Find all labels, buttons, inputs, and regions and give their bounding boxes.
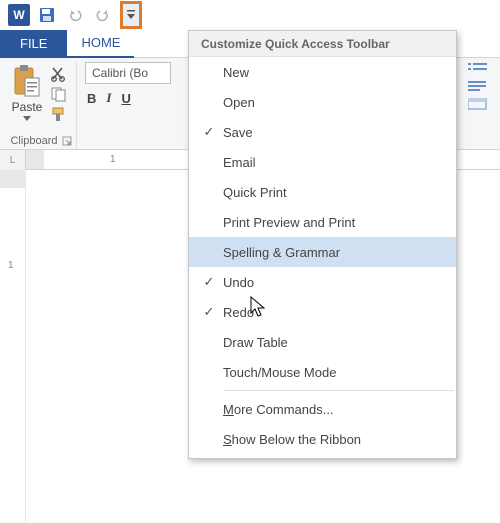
format-painter-button[interactable] xyxy=(50,106,68,122)
menu-item-email[interactable]: Email xyxy=(189,147,456,177)
menu-item-draw-table[interactable]: Draw Table xyxy=(189,327,456,357)
word-letter: W xyxy=(13,8,24,22)
undo-icon xyxy=(66,6,84,24)
dropdown-icon xyxy=(126,9,136,21)
menu-item-more-commands[interactable]: More Commands... xyxy=(189,394,456,424)
menu-item-new[interactable]: New xyxy=(189,57,456,87)
cut-button[interactable] xyxy=(50,66,68,82)
cut-icon xyxy=(50,66,68,82)
italic-button[interactable]: I xyxy=(106,90,111,106)
redo-icon xyxy=(94,6,112,24)
paste-button[interactable]: Paste xyxy=(6,62,48,122)
paste-label: Paste xyxy=(12,100,43,114)
font-name-value: Calibri (Bo xyxy=(92,66,148,80)
tab-file[interactable]: FILE xyxy=(0,30,67,58)
dialog-launcher-icon[interactable] xyxy=(62,136,72,146)
customize-qat-menu: Customize Quick Access Toolbar New Open … xyxy=(188,30,457,459)
ribbon-group-clipboard: Paste xyxy=(6,62,77,149)
menu-item-undo[interactable]: ✓ Undo xyxy=(189,267,456,297)
font-name-combo[interactable]: Calibri (Bo xyxy=(85,62,171,84)
tab-file-label: FILE xyxy=(20,36,47,51)
underline-button[interactable]: U xyxy=(121,91,130,106)
save-qat-button[interactable] xyxy=(34,3,60,27)
paste-icon xyxy=(12,64,42,98)
menu-item-quick-print[interactable]: Quick Print xyxy=(189,177,456,207)
menu-separator xyxy=(223,390,454,391)
check-icon: ✓ xyxy=(199,124,219,140)
menu-item-save[interactable]: ✓ Save xyxy=(189,117,456,147)
word-app-icon[interactable]: W xyxy=(6,3,32,27)
quick-access-toolbar: W xyxy=(0,0,500,30)
vertical-ruler[interactable]: 1 xyxy=(0,170,26,523)
menu-item-touch-mouse[interactable]: Touch/Mouse Mode xyxy=(189,357,456,387)
copy-button[interactable] xyxy=(50,86,68,102)
tab-home-label: HOME xyxy=(81,35,120,50)
font-style-row: B I U xyxy=(85,90,171,106)
format-painter-icon xyxy=(50,106,68,122)
menu-item-redo[interactable]: ✓ Redo xyxy=(189,297,456,327)
menu-item-print-preview[interactable]: Print Preview and Print xyxy=(189,207,456,237)
bold-button[interactable]: B xyxy=(87,91,96,106)
ruler-corner[interactable]: L xyxy=(0,150,26,170)
menu-title: Customize Quick Access Toolbar xyxy=(189,31,456,57)
copy-icon xyxy=(50,86,68,102)
tab-home[interactable]: HOME xyxy=(67,30,134,58)
align-icon[interactable] xyxy=(468,80,490,92)
check-icon: ✓ xyxy=(199,274,219,290)
clipboard-group-label: Clipboard xyxy=(6,135,76,147)
redo-qat-button[interactable] xyxy=(90,3,116,27)
check-icon: ✓ xyxy=(199,304,219,320)
menu-item-spelling-grammar[interactable]: Spelling & Grammar xyxy=(189,237,456,267)
save-icon xyxy=(38,6,56,24)
undo-qat-button[interactable] xyxy=(62,3,88,27)
menu-item-show-below-ribbon[interactable]: Show Below the Ribbon xyxy=(189,424,456,454)
word-icon: W xyxy=(8,4,30,26)
ribbon-group-font: Calibri (Bo B I U xyxy=(85,62,179,149)
menu-item-open[interactable]: Open xyxy=(189,87,456,117)
ribbon-right-fragments xyxy=(468,58,500,110)
chevron-down-icon xyxy=(23,116,31,121)
customize-qat-dropdown[interactable] xyxy=(120,1,142,29)
bullets-icon[interactable] xyxy=(468,62,490,74)
shading-icon[interactable] xyxy=(468,98,490,110)
vruler-mark-1: 1 xyxy=(8,260,14,271)
ruler-mark-1: 1 xyxy=(110,154,116,165)
